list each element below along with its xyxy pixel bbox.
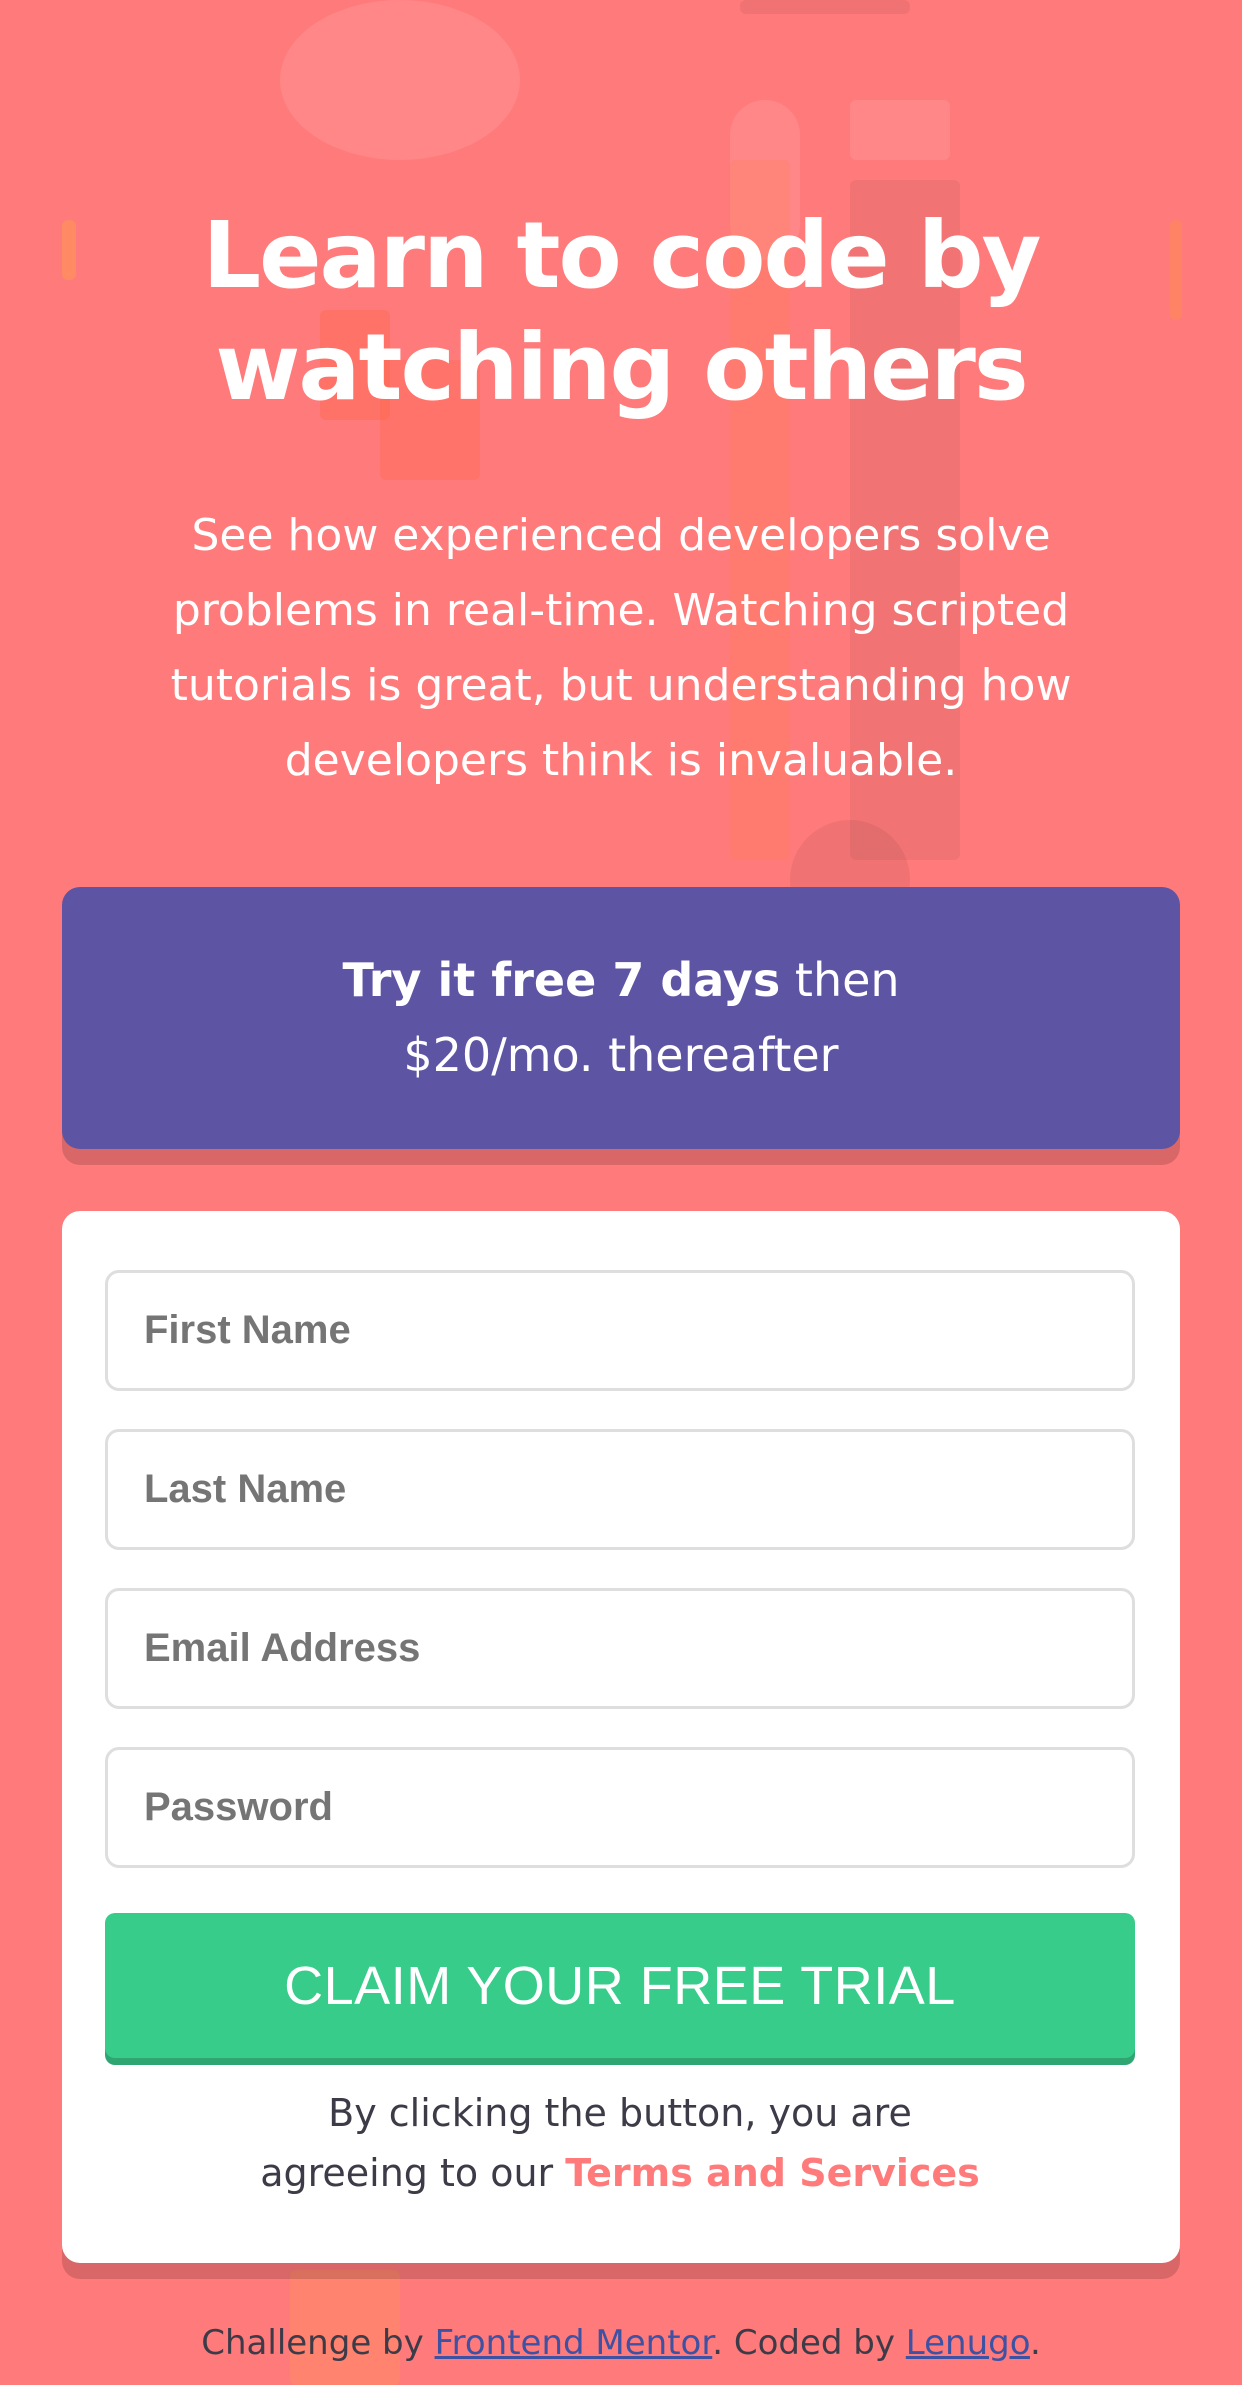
page-title: Learn to code by watching others	[62, 200, 1180, 424]
footer-middle: . Coded by	[712, 2323, 906, 2363]
hero-description: See how experienced developers solve pro…	[170, 510, 1072, 786]
terms-notice: By clicking the button, you are agreeing…	[105, 2083, 1135, 2203]
title-line-2: watching others	[215, 314, 1028, 421]
email-input[interactable]	[105, 1588, 1135, 1709]
terms-line-2-prefix: agreeing to our	[260, 2151, 566, 2195]
first-name-input[interactable]	[105, 1270, 1135, 1391]
footer-prefix: Challenge by	[201, 2323, 435, 2363]
terms-line-1: By clicking the button, you are	[328, 2091, 912, 2135]
signup-form: CLAIM YOUR FREE TRIAL By clicking the bu…	[62, 1211, 1180, 2263]
frontend-mentor-link[interactable]: Frontend Mentor	[435, 2323, 713, 2363]
title-line-1: Learn to code by	[202, 202, 1041, 309]
author-link[interactable]: Lenugo	[906, 2323, 1030, 2363]
promo-text: Try it free 7 days then $20/mo. thereaft…	[271, 943, 971, 1093]
attribution-footer: Challenge by Frontend Mentor. Coded by L…	[0, 2318, 1242, 2368]
claim-free-trial-button[interactable]: CLAIM YOUR FREE TRIAL	[105, 1913, 1135, 2058]
terms-and-services-link[interactable]: Terms and Services	[565, 2151, 980, 2195]
last-name-input[interactable]	[105, 1429, 1135, 1550]
password-input[interactable]	[105, 1747, 1135, 1868]
promo-bold-text: Try it free 7 days	[342, 953, 781, 1007]
footer-suffix: .	[1029, 2323, 1041, 2363]
promo-banner: Try it free 7 days then $20/mo. thereaft…	[62, 887, 1180, 1149]
